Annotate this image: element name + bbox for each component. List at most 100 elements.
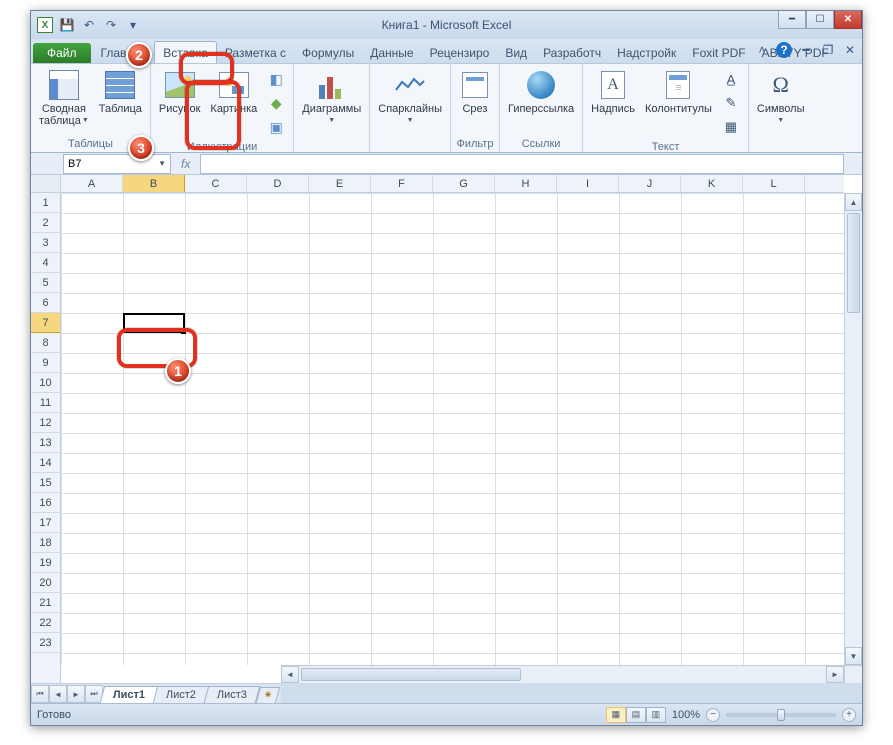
- header-footer-button[interactable]: Колонтитулы: [641, 66, 716, 115]
- scroll-down-button[interactable]: ▼: [845, 647, 862, 665]
- row-header[interactable]: 16: [31, 493, 60, 513]
- tab-insert[interactable]: Вставка: [154, 41, 217, 63]
- tab-formulas[interactable]: Формулы: [294, 42, 362, 63]
- undo-icon[interactable]: ↶: [81, 17, 97, 33]
- scroll-up-button[interactable]: ▲: [845, 193, 862, 211]
- horizontal-scrollbar[interactable]: ◄ ►: [281, 665, 844, 683]
- row-header[interactable]: 1: [31, 193, 60, 213]
- workbook-close-icon[interactable]: ✕: [842, 42, 858, 58]
- sheet-nav-next[interactable]: ►: [67, 685, 85, 703]
- shapes-button[interactable]: ◧: [265, 68, 287, 90]
- row-header[interactable]: 11: [31, 393, 60, 413]
- smartart-button[interactable]: [265, 92, 287, 114]
- charts-button[interactable]: Диаграммы ▼: [298, 66, 365, 127]
- row-header[interactable]: 10: [31, 373, 60, 393]
- col-header[interactable]: F: [371, 175, 433, 192]
- formula-input[interactable]: [200, 154, 844, 174]
- new-sheet-button[interactable]: ✷: [256, 687, 280, 703]
- object-button[interactable]: [720, 116, 742, 138]
- sheet-nav-prev[interactable]: ◄: [49, 685, 67, 703]
- row-header[interactable]: 18: [31, 533, 60, 553]
- window-minimize-button[interactable]: ━: [778, 11, 806, 29]
- save-icon[interactable]: 💾: [59, 17, 75, 33]
- row-header[interactable]: 12: [31, 413, 60, 433]
- pivot-table-button[interactable]: Сводная таблица ▼: [35, 66, 93, 127]
- row-header[interactable]: 4: [31, 253, 60, 273]
- qat-customize-icon[interactable]: ▾: [125, 17, 141, 33]
- row-header[interactable]: 22: [31, 613, 60, 633]
- zoom-level[interactable]: 100%: [672, 709, 700, 721]
- row-header[interactable]: 13: [31, 433, 60, 453]
- col-header[interactable]: J: [619, 175, 681, 192]
- workbook-minimize-icon[interactable]: ━: [798, 42, 814, 58]
- row-header[interactable]: 3: [31, 233, 60, 253]
- zoom-slider[interactable]: [726, 713, 836, 717]
- col-header[interactable]: B: [123, 175, 185, 192]
- row-header[interactable]: 23: [31, 633, 60, 653]
- cells-area[interactable]: [61, 193, 844, 665]
- col-header[interactable]: E: [309, 175, 371, 192]
- vertical-scrollbar[interactable]: ▲ ▼: [844, 193, 862, 665]
- row-header[interactable]: 21: [31, 593, 60, 613]
- view-normal-button[interactable]: ▦: [606, 707, 626, 723]
- tab-view[interactable]: Вид: [497, 42, 535, 63]
- select-all-corner[interactable]: [31, 175, 61, 193]
- sheet-tab[interactable]: Лист1: [100, 686, 159, 703]
- col-header[interactable]: L: [743, 175, 805, 192]
- sheet-tab[interactable]: Лист3: [204, 686, 261, 703]
- window-maximize-button[interactable]: ☐: [806, 11, 834, 29]
- row-header[interactable]: 8: [31, 333, 60, 353]
- fx-icon[interactable]: fx: [181, 157, 190, 171]
- slicer-button[interactable]: Срез: [455, 66, 495, 115]
- tab-developer[interactable]: Разработч: [535, 42, 609, 63]
- scroll-thumb[interactable]: [301, 668, 521, 681]
- row-header[interactable]: 14: [31, 453, 60, 473]
- tab-file[interactable]: Файл: [33, 43, 91, 63]
- textbox-button[interactable]: A Надпись: [587, 66, 639, 115]
- name-box[interactable]: B7 ▼: [63, 154, 171, 174]
- col-header[interactable]: G: [433, 175, 495, 192]
- view-pagebreak-button[interactable]: ▥: [646, 707, 666, 723]
- row-header[interactable]: 9: [31, 353, 60, 373]
- help-icon[interactable]: ?: [776, 42, 792, 58]
- zoom-slider-knob[interactable]: [777, 709, 785, 721]
- window-close-button[interactable]: ✕: [834, 11, 862, 29]
- tab-data[interactable]: Данные: [362, 42, 421, 63]
- row-header[interactable]: 20: [31, 573, 60, 593]
- scroll-left-button[interactable]: ◄: [281, 666, 299, 683]
- clipart-button[interactable]: Картинка: [206, 66, 261, 115]
- active-cell[interactable]: [123, 313, 185, 333]
- row-header[interactable]: 2: [31, 213, 60, 233]
- workbook-restore-icon[interactable]: ❐: [820, 42, 836, 58]
- col-header[interactable]: D: [247, 175, 309, 192]
- symbols-button[interactable]: Ω Символы ▼: [753, 66, 809, 127]
- screenshot-button[interactable]: [265, 116, 287, 138]
- row-header[interactable]: 5: [31, 273, 60, 293]
- scroll-right-button[interactable]: ►: [826, 666, 844, 683]
- tab-review[interactable]: Рецензиро: [422, 42, 498, 63]
- tab-pagelayout[interactable]: Разметка с: [217, 42, 294, 63]
- tab-foxit[interactable]: Foxit PDF: [684, 42, 753, 63]
- row-header[interactable]: 17: [31, 513, 60, 533]
- col-header[interactable]: A: [61, 175, 123, 192]
- view-pagelayout-button[interactable]: ▤: [626, 707, 646, 723]
- signature-line-button[interactable]: [720, 92, 742, 114]
- wordart-button[interactable]: [720, 68, 742, 90]
- col-header[interactable]: C: [185, 175, 247, 192]
- zoom-in-button[interactable]: +: [842, 708, 856, 722]
- row-header[interactable]: 6: [31, 293, 60, 313]
- row-header[interactable]: 19: [31, 553, 60, 573]
- insert-picture-button[interactable]: Рисунок: [155, 66, 205, 115]
- col-header[interactable]: K: [681, 175, 743, 192]
- row-header[interactable]: 7: [31, 313, 60, 333]
- row-header[interactable]: 15: [31, 473, 60, 493]
- ribbon-minimize-icon[interactable]: ˄: [754, 42, 770, 58]
- col-header[interactable]: I: [557, 175, 619, 192]
- sparklines-button[interactable]: Спарклайны ▼: [374, 66, 446, 127]
- tab-addins[interactable]: Надстройк: [609, 42, 684, 63]
- hyperlink-button[interactable]: Гиперссылка: [504, 66, 578, 115]
- scroll-thumb[interactable]: [847, 213, 860, 313]
- redo-icon[interactable]: ↷: [103, 17, 119, 33]
- zoom-out-button[interactable]: −: [706, 708, 720, 722]
- sheet-tab[interactable]: Лист2: [153, 686, 210, 703]
